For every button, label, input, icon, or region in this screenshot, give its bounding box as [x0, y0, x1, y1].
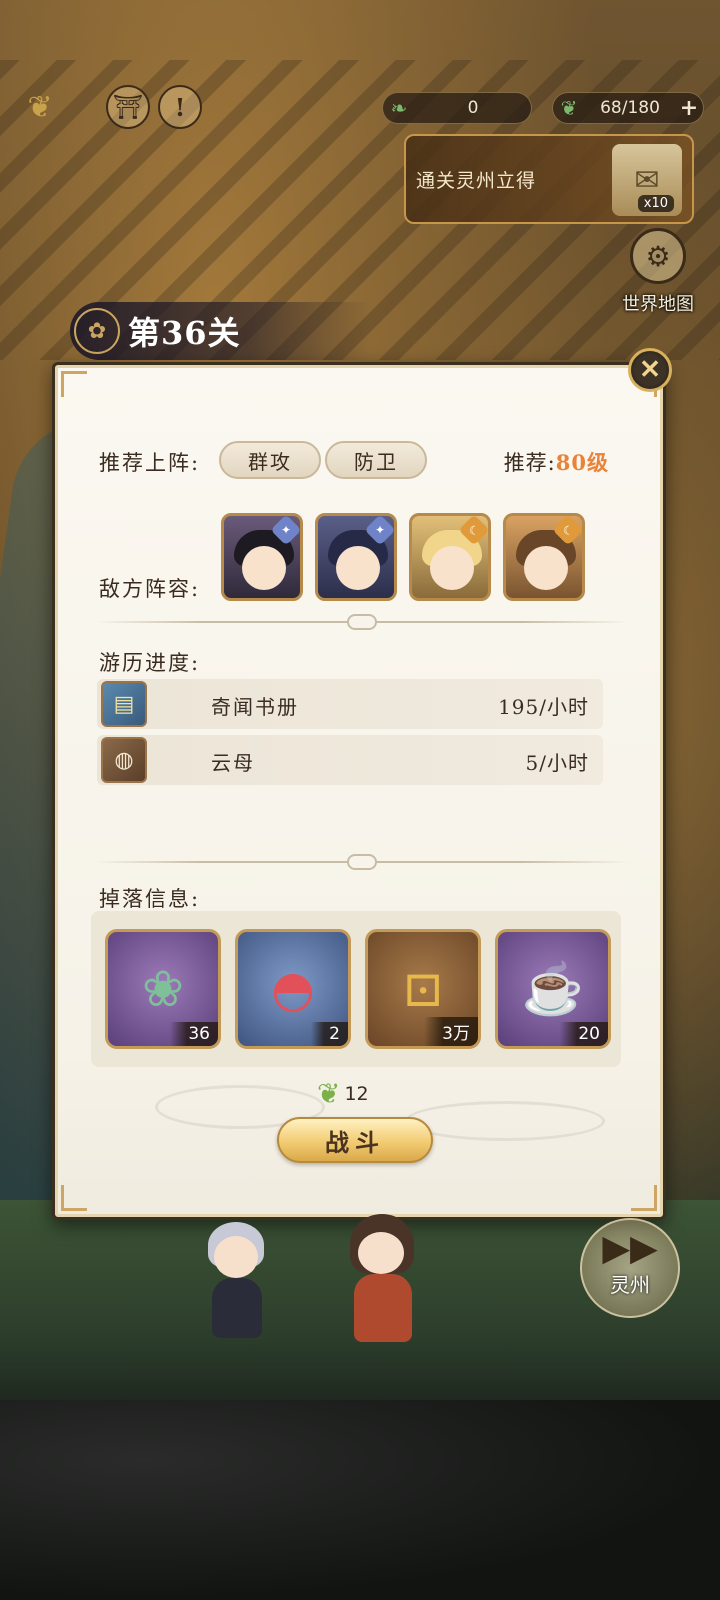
panel-corner — [61, 371, 87, 397]
next-area-button[interactable]: ▶▶ 灵州 — [580, 1218, 680, 1318]
jade-value: 0 — [467, 98, 479, 118]
recommend-level-value: 80级 — [555, 450, 609, 475]
stage-title: 第36关 — [128, 314, 241, 352]
leaf-icon: ❦ — [560, 96, 578, 120]
add-stamina-button[interactable]: + — [675, 95, 703, 121]
recommend-lineup-label: 推荐上阵: — [99, 451, 201, 475]
companion-character — [340, 1214, 430, 1344]
drop-item[interactable]: ◓ 2 — [235, 929, 351, 1049]
divider-knot — [347, 614, 377, 630]
enemy-portrait[interactable]: ✦ — [221, 513, 303, 601]
drop-quantity: 36 — [170, 1022, 218, 1046]
tag-aoe: 群攻 — [219, 441, 321, 479]
section-divider — [95, 614, 629, 630]
enemy-portrait[interactable]: ✦ — [315, 513, 397, 601]
quest-text: 通关灵州立得 — [416, 170, 537, 192]
divider-knot — [347, 854, 377, 870]
progress-item-rate: 5/小时 — [525, 751, 589, 775]
stage-info-panel: 推荐上阵: 群攻 防卫 推荐:80级 敌方阵容: ✦ ✦ ☾ ☾ 游历进度: ▤… — [52, 362, 666, 1220]
cloud-swirl-decoration — [405, 1101, 605, 1141]
character-head — [358, 1232, 404, 1274]
mica-plate-icon: ◍ — [101, 737, 147, 783]
leaf-icon: ❦ — [317, 1077, 341, 1110]
enemy-portrait[interactable]: ☾ — [409, 513, 491, 601]
progress-item-name: 奇闻书册 — [211, 695, 299, 719]
enemy-portrait[interactable]: ☾ — [503, 513, 585, 601]
character-body — [354, 1274, 412, 1342]
quest-reward-count: x10 — [637, 195, 674, 212]
panel-corner — [631, 1185, 657, 1211]
recommend-level: 推荐:80级 — [504, 447, 609, 477]
info-icon[interactable]: ! — [158, 85, 202, 129]
player-character — [200, 1222, 280, 1342]
progress-row: ▤ 奇闻书册 195/小时 — [97, 679, 603, 729]
drop-quantity: 20 — [560, 1022, 608, 1046]
drop-item[interactable]: ❀ 36 — [105, 929, 221, 1049]
drops-container: ❀ 36 ◓ 2 ⊡ 3万 ☕ 20 — [91, 911, 621, 1067]
stamina-cost-value: 12 — [344, 1082, 369, 1105]
panel-corner — [61, 1185, 87, 1211]
progress-row: ◍ 云母 5/小时 — [97, 735, 603, 785]
progress-item-name: 云母 — [211, 751, 255, 775]
battle-button[interactable]: 战斗 — [277, 1117, 433, 1163]
character-body — [212, 1278, 262, 1338]
compass-icon: ⚙ — [630, 228, 686, 284]
gate-icon[interactable]: ⛩ — [106, 85, 150, 129]
feather-icon[interactable]: ❦ — [18, 85, 62, 129]
book-icon: ▤ — [101, 681, 147, 727]
travel-progress-label: 游历进度: — [99, 651, 201, 675]
drop-quantity: 2 — [311, 1022, 348, 1046]
world-map-button[interactable]: ⚙ 世界地图 — [610, 228, 706, 328]
quest-reward-banner[interactable]: 通关灵州立得 ✉ x10 — [404, 134, 694, 224]
drop-info-label: 掉落信息: — [99, 887, 201, 911]
section-divider — [95, 854, 629, 870]
stage-emblem-icon: ✿ — [74, 308, 120, 354]
drop-item[interactable]: ☕ 20 — [495, 929, 611, 1049]
fast-forward-icon: ▶▶ — [602, 1228, 658, 1269]
portrait-face — [336, 546, 380, 590]
character-head — [214, 1236, 258, 1278]
recommend-level-prefix: 推荐: — [503, 451, 556, 475]
stamina-resource-bar: ❦ 68/180 + — [552, 92, 704, 124]
stamina-cost: ❦ 12 — [317, 1077, 369, 1110]
grass-icon: ❧ — [390, 96, 408, 120]
stage-title-banner: ✿ 第36关 — [70, 302, 370, 360]
close-button[interactable]: ✕ — [628, 348, 672, 392]
portrait-face — [524, 546, 568, 590]
world-map-label: 世界地图 — [622, 294, 694, 315]
progress-item-rate: 195/小时 — [498, 695, 589, 719]
portrait-face — [242, 546, 286, 590]
drop-quantity: 3万 — [424, 1017, 478, 1046]
stamina-value: 68/180 — [600, 98, 660, 118]
next-area-label: 灵州 — [610, 1273, 650, 1297]
drop-item[interactable]: ⊡ 3万 — [365, 929, 481, 1049]
tag-defense: 防卫 — [325, 441, 427, 479]
foreground-foliage — [0, 1400, 720, 1600]
jade-resource-bar: ❧ 0 — [382, 92, 532, 124]
portrait-face — [430, 546, 474, 590]
enemy-lineup-label: 敌方阵容: — [99, 577, 201, 601]
